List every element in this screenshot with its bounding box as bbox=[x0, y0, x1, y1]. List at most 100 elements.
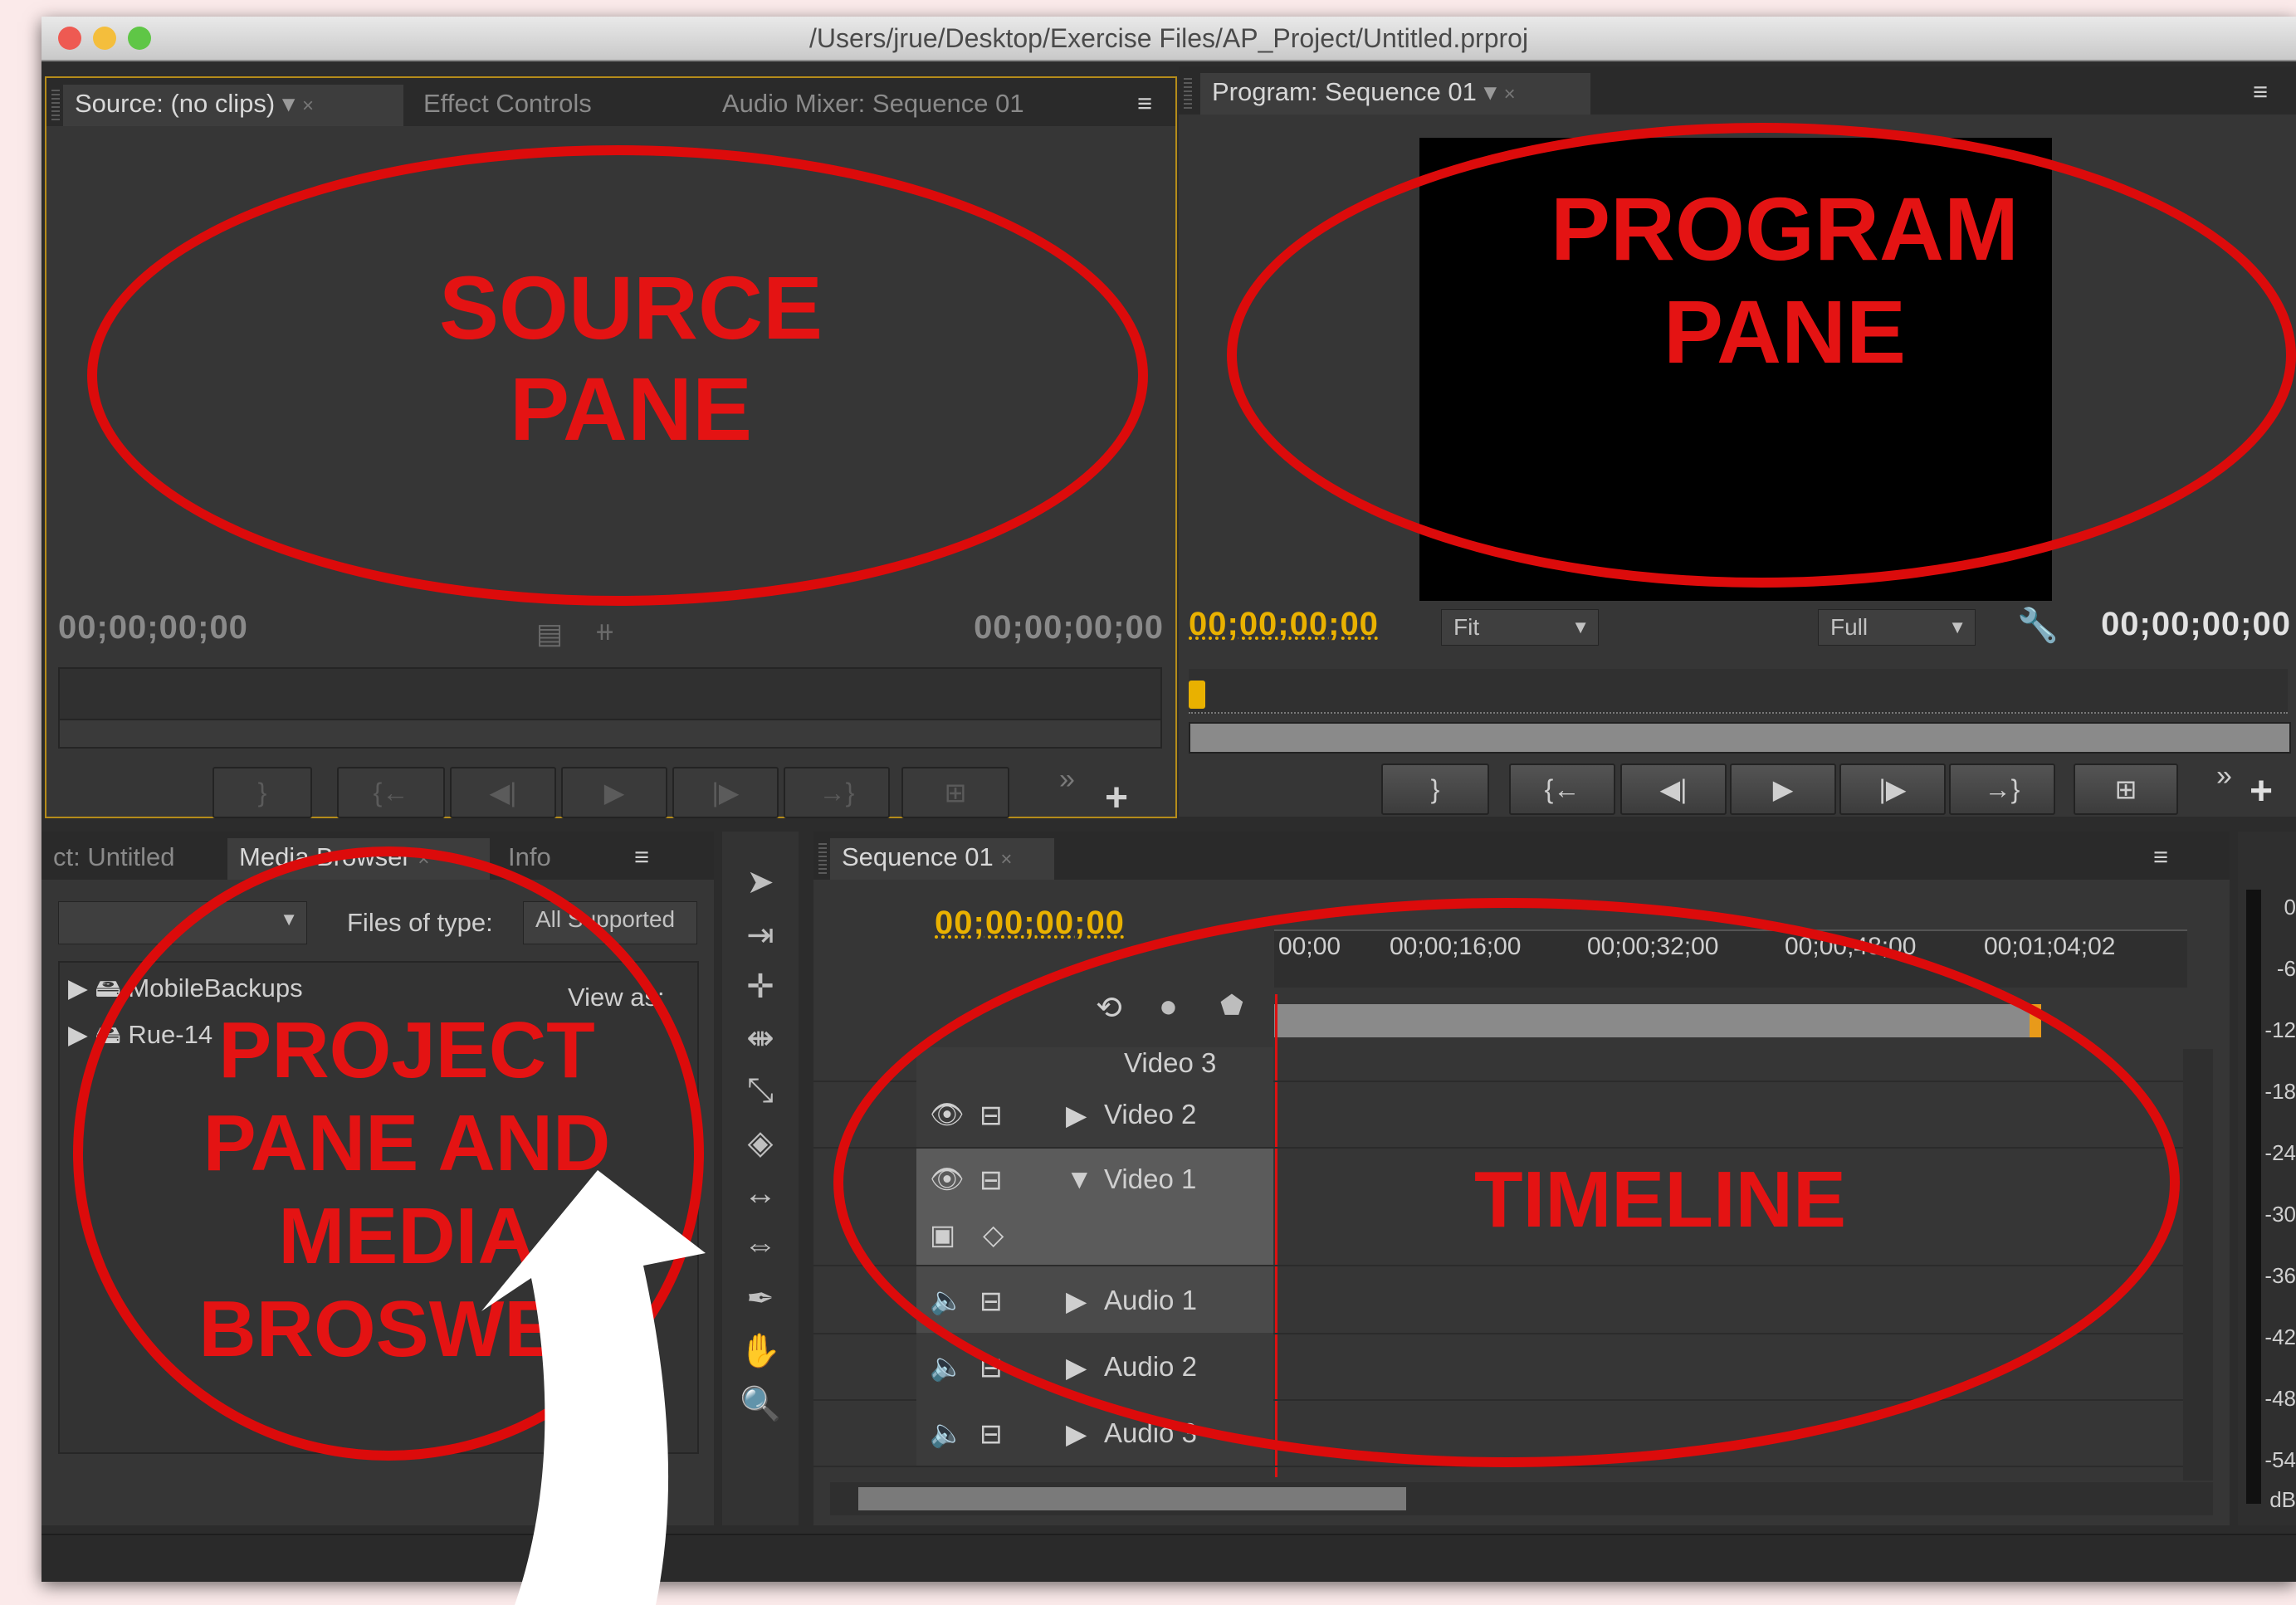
program-timecode-right[interactable]: 00;00;00;00 bbox=[2101, 606, 2291, 643]
source-pane-annotation: SOURCE PANE bbox=[438, 257, 823, 459]
tab-source[interactable]: Source: (no clips) ▾ × bbox=[63, 85, 403, 126]
tab-sequence[interactable]: Sequence 01 × bbox=[830, 838, 1054, 880]
speaker-icon[interactable]: 🔈 bbox=[930, 1417, 964, 1450]
ripple-edit-tool-icon[interactable]: ✛ bbox=[722, 968, 799, 1006]
source-export-frame-button[interactable]: ⊞ bbox=[901, 767, 1009, 818]
program-mark-in-button[interactable]: } bbox=[1381, 763, 1489, 815]
program-scrollbar[interactable] bbox=[1189, 722, 2291, 754]
panel-grip[interactable] bbox=[818, 843, 827, 875]
tab-sequence-label: Sequence 01 bbox=[842, 842, 994, 871]
tab-program[interactable]: Program: Sequence 01 ▾ × bbox=[1200, 73, 1590, 115]
close-icon[interactable]: × bbox=[1504, 83, 1516, 105]
scroll-thumb[interactable] bbox=[858, 1487, 1406, 1510]
more-buttons-icon[interactable]: » bbox=[2216, 760, 2232, 793]
fit-dropdown-label: Fit bbox=[1453, 614, 1480, 640]
disclosure-triangle-icon[interactable]: ▶ bbox=[1066, 1417, 1087, 1450]
source-go-to-in-button[interactable]: {← bbox=[337, 767, 445, 818]
source-step-forward-button[interactable]: |▶ bbox=[672, 767, 779, 818]
source-timecode-right[interactable]: 00;00;00;00 bbox=[974, 609, 1164, 646]
close-icon[interactable]: × bbox=[1000, 848, 1012, 871]
selection-tool-icon[interactable]: ➤ bbox=[722, 863, 799, 901]
chevron-down-icon: ▼ bbox=[1948, 617, 1966, 637]
program-go-to-in-button[interactable]: {← bbox=[1509, 763, 1615, 815]
tab-project-label: ct: Untitled bbox=[53, 842, 175, 871]
source-time-ruler[interactable] bbox=[58, 667, 1162, 720]
rolling-edit-tool-icon[interactable]: ⇼ bbox=[722, 1019, 799, 1057]
meter-scale-label: -24 bbox=[2264, 1140, 2296, 1165]
chevron-down-icon: ▼ bbox=[1571, 617, 1590, 637]
meter-scale-label: -12 bbox=[2264, 1017, 2296, 1042]
timeline-tab-bar: Sequence 01 × ≡ bbox=[813, 832, 2230, 880]
meter-scale-label: -30 bbox=[2264, 1202, 2296, 1227]
track-select-tool-icon[interactable]: ⇥ bbox=[722, 916, 799, 954]
source-go-to-out-button[interactable]: →} bbox=[784, 767, 890, 818]
chevron-down-icon[interactable]: ▾ bbox=[282, 89, 296, 118]
timeline-horizontal-scrollbar[interactable] bbox=[830, 1482, 2213, 1515]
tab-effect-controls-label: Effect Controls bbox=[423, 89, 592, 118]
playhead-marker[interactable] bbox=[1189, 681, 1205, 709]
program-tab-bar: Program: Sequence 01 ▾ × ≡ bbox=[1179, 66, 2296, 115]
chevron-down-icon[interactable]: ▾ bbox=[1483, 77, 1497, 106]
tab-audio-mixer-label: Audio Mixer: Sequence 01 bbox=[722, 89, 1024, 118]
tab-source-label: Source: (no clips) bbox=[75, 89, 276, 118]
panel-menu-icon[interactable]: ≡ bbox=[2142, 838, 2191, 880]
audio-meter-pane: 0 -6 -12 -18 -24 -30 -36 -42 -48 -54 dB bbox=[2238, 832, 2296, 1525]
fit-dropdown[interactable]: Fit ▼ bbox=[1441, 609, 1599, 646]
arrow-shape bbox=[481, 1170, 706, 1605]
add-button-icon[interactable]: + bbox=[2250, 768, 2273, 814]
program-go-to-out-button[interactable]: →} bbox=[1949, 763, 2055, 815]
meter-scale-label: -54 bbox=[2264, 1447, 2296, 1472]
window-title: /Users/jrue/Desktop/Exercise Files/AP_Pr… bbox=[808, 23, 1529, 53]
meter-scale-label: 0 bbox=[2284, 895, 2296, 920]
rate-stretch-tool-icon[interactable]: ⤡ bbox=[722, 1072, 799, 1110]
meter-scale-label: -36 bbox=[2264, 1263, 2296, 1288]
program-play-button[interactable]: ▶ bbox=[1730, 763, 1836, 815]
tab-project[interactable]: ct: Untitled bbox=[42, 838, 224, 880]
panel-grip[interactable] bbox=[1184, 78, 1192, 110]
program-time-ruler[interactable] bbox=[1189, 669, 2288, 714]
source-play-button[interactable]: ▶ bbox=[561, 767, 667, 818]
film-icon[interactable]: ▤ bbox=[536, 617, 563, 651]
tab-audio-mixer[interactable]: Audio Mixer: Sequence 01 bbox=[711, 85, 1109, 126]
program-pane-annotation: PROGRAM PANE bbox=[1551, 178, 2019, 382]
program-export-frame-button[interactable]: ⊞ bbox=[2074, 763, 2178, 815]
disclosure-triangle-icon[interactable]: ▶ bbox=[68, 1020, 88, 1049]
source-step-back-button[interactable]: ◀| bbox=[450, 767, 556, 818]
add-button-icon[interactable]: + bbox=[1105, 775, 1128, 821]
sequence-timecode[interactable]: 00;00;00;00 bbox=[935, 905, 1125, 942]
quality-dropdown-label: Full bbox=[1830, 614, 1869, 640]
meter-bar bbox=[2246, 890, 2261, 1504]
ruler-label: 00;01;04;02 bbox=[1984, 933, 2116, 960]
program-step-back-button[interactable]: ◀| bbox=[1620, 763, 1727, 815]
wrench-icon[interactable]: 🔧 bbox=[2017, 606, 2059, 645]
meter-scale-label: dB bbox=[2269, 1487, 2296, 1512]
source-timecode-left[interactable]: 00;00;00;00 bbox=[58, 609, 248, 646]
source-tab-bar: Source: (no clips) ▾ × Effect Controls A… bbox=[46, 78, 1175, 126]
program-timecode-left[interactable]: 00;00;00;00 bbox=[1189, 606, 1379, 643]
meter-scale-label: -48 bbox=[2264, 1386, 2296, 1411]
panel-menu-icon[interactable]: ≡ bbox=[1126, 85, 1167, 126]
toggle-sync-icon[interactable]: ⊟ bbox=[979, 1417, 1003, 1450]
tab-info-label: Info bbox=[508, 842, 551, 871]
meter-scale-label: -42 bbox=[2264, 1324, 2296, 1349]
panel-menu-icon[interactable]: ≡ bbox=[623, 838, 672, 880]
quality-dropdown[interactable]: Full ▼ bbox=[1818, 609, 1976, 646]
tab-program-label: Program: Sequence 01 bbox=[1212, 77, 1477, 106]
close-icon[interactable]: × bbox=[302, 95, 314, 117]
program-step-forward-button[interactable]: |▶ bbox=[1839, 763, 1946, 815]
panel-menu-icon[interactable]: ≡ bbox=[2241, 73, 2283, 115]
meter-scale-label: -18 bbox=[2264, 1079, 2296, 1104]
source-mark-in-button[interactable]: } bbox=[213, 767, 312, 818]
more-buttons-icon[interactable]: » bbox=[1059, 763, 1075, 796]
speaker-icon[interactable]: 🔈 bbox=[930, 1351, 964, 1383]
meter-scale-label: -6 bbox=[2276, 956, 2296, 981]
source-scrollbar[interactable] bbox=[58, 719, 1162, 749]
panel-grip[interactable] bbox=[51, 90, 60, 121]
title-bar: /Users/jrue/Desktop/Exercise Files/AP_Pr… bbox=[42, 17, 2296, 61]
tab-effect-controls[interactable]: Effect Controls bbox=[412, 85, 652, 126]
marker-icon[interactable]: ⧺ bbox=[594, 617, 615, 646]
timeline-annotation: TIMELINE bbox=[1474, 1155, 1846, 1244]
timeline-vertical-scrollbar[interactable] bbox=[2183, 1049, 2213, 1481]
curved-arrow bbox=[481, 1170, 706, 1605]
disclosure-triangle-icon[interactable]: ▶ bbox=[68, 973, 88, 1003]
